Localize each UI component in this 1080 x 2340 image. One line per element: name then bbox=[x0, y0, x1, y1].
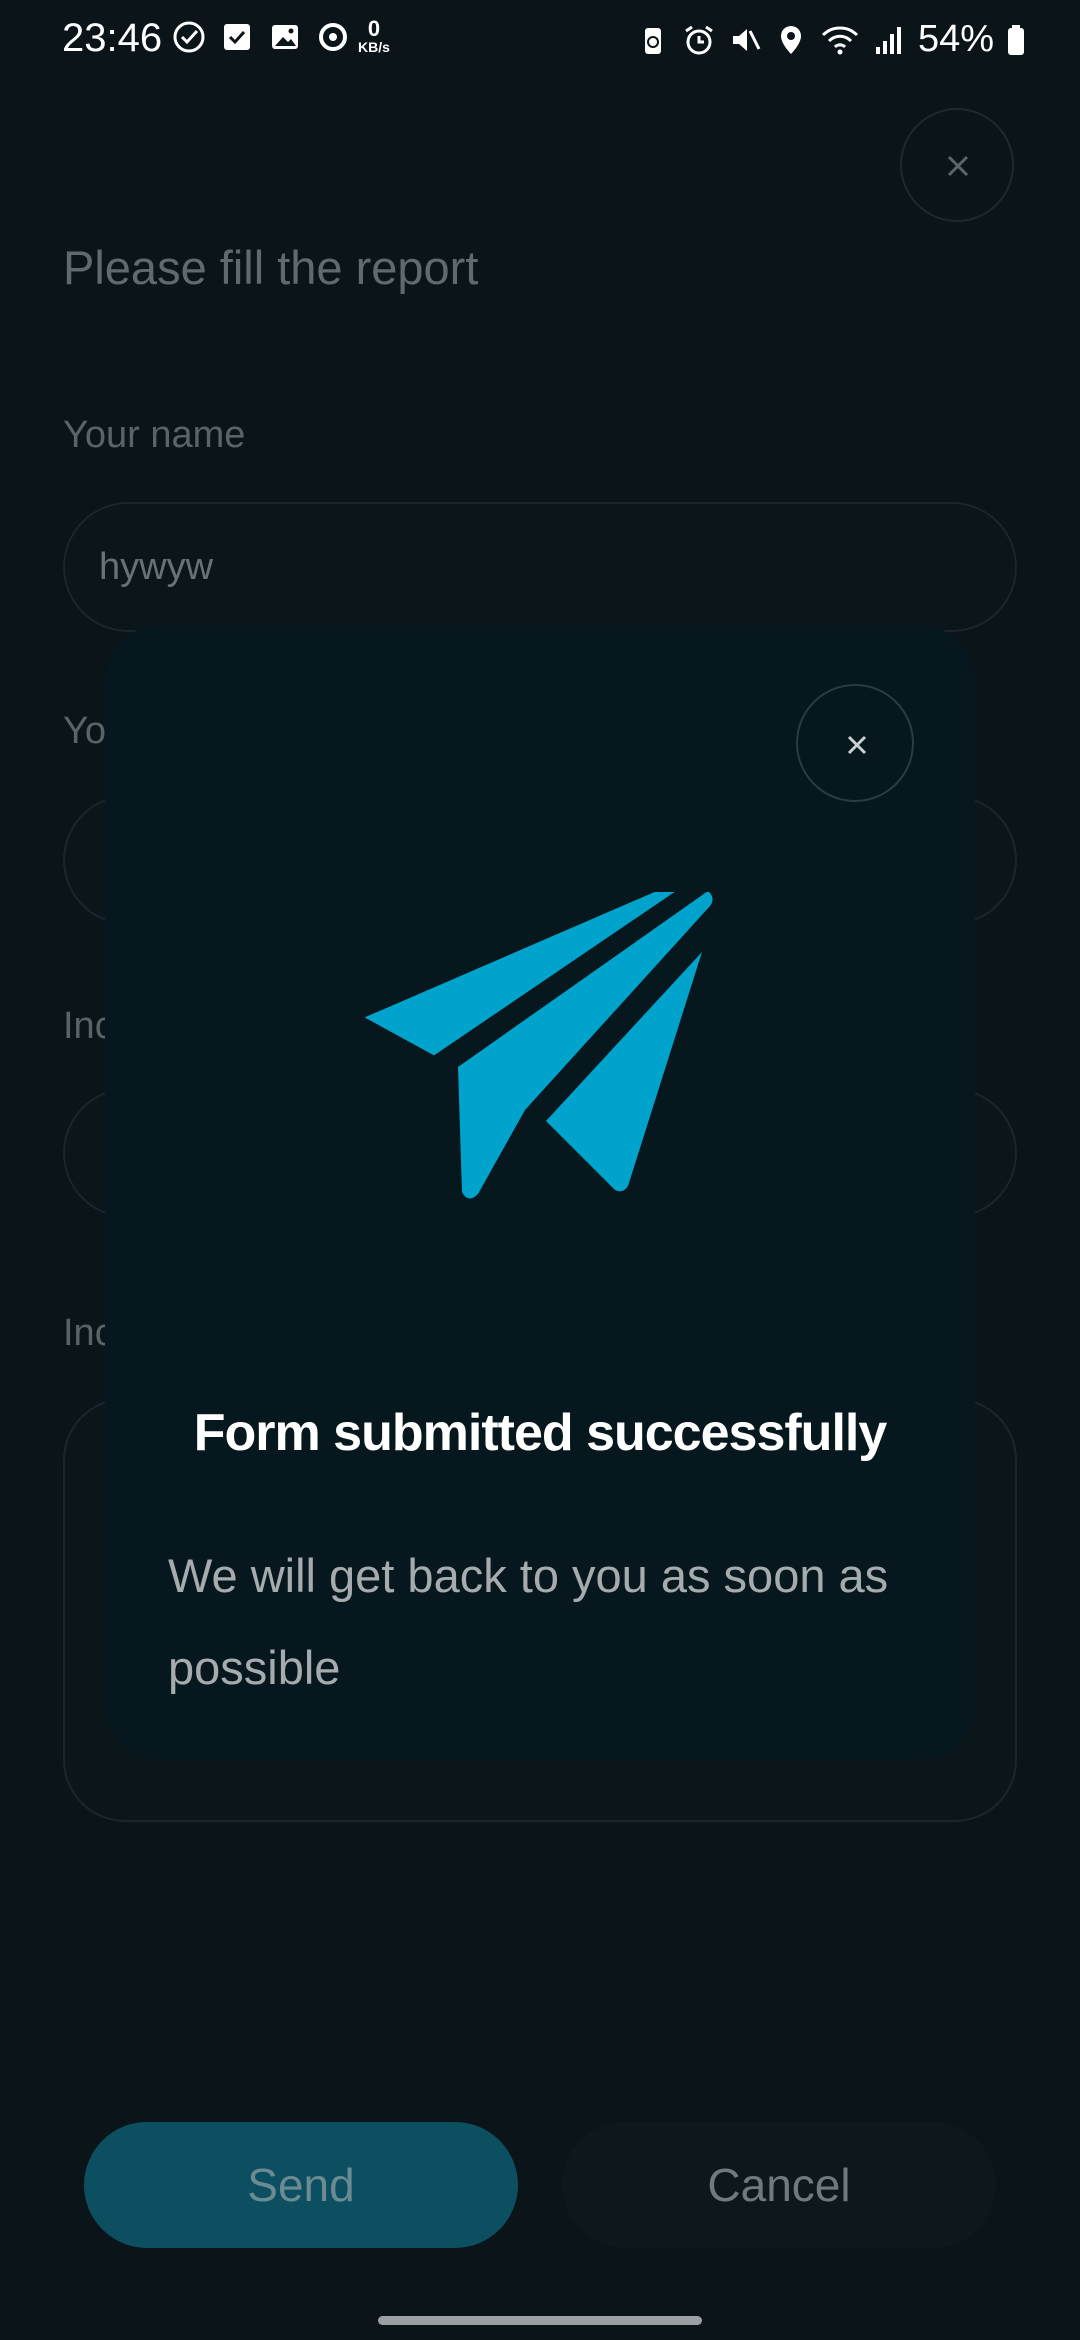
modal-title: Form submitted successfully bbox=[193, 1404, 888, 1462]
form-title: Please fill the report bbox=[63, 241, 479, 294]
checkbox-icon bbox=[224, 24, 250, 50]
modal-close-button[interactable] bbox=[796, 684, 914, 802]
net-speed-value: 0 bbox=[367, 16, 381, 41]
name-label: Your name bbox=[63, 414, 246, 456]
home-indicator[interactable] bbox=[378, 2316, 702, 2325]
alarm-icon bbox=[685, 25, 713, 54]
cancel-button[interactable]: Cancel bbox=[562, 2122, 996, 2248]
battery-icon bbox=[1008, 24, 1024, 55]
image-icon bbox=[272, 25, 298, 49]
close-icon bbox=[947, 155, 969, 177]
field2-label: Yo bbox=[63, 710, 106, 752]
name-input[interactable]: hywyw bbox=[63, 502, 1017, 632]
location-icon bbox=[780, 25, 801, 54]
net-speed-unit: KB/s bbox=[358, 39, 390, 55]
wifi-icon bbox=[821, 25, 858, 54]
status-bar: 23:46 0 KB/s 54% bbox=[0, 0, 1080, 80]
status-time: 23:46 bbox=[62, 16, 163, 60]
net-speed: 0 KB/s bbox=[358, 16, 390, 55]
check-circle-icon bbox=[173, 21, 205, 53]
paper-plane-icon bbox=[364, 892, 713, 1199]
send-button[interactable]: Send bbox=[84, 2122, 518, 2248]
battery-saver-icon bbox=[644, 27, 661, 54]
signal-icon bbox=[875, 26, 901, 54]
battery-percent: 54% bbox=[917, 18, 994, 60]
mute-icon bbox=[732, 28, 761, 51]
name-input-value: hywyw bbox=[99, 546, 214, 588]
form-close-button[interactable] bbox=[900, 108, 1014, 222]
screen: 23:46 0 KB/s 54% Please fill the report bbox=[0, 0, 1080, 2340]
sync-icon bbox=[319, 23, 347, 51]
close-icon bbox=[847, 735, 867, 755]
system-icons: 54% bbox=[636, 18, 1026, 61]
notification-icons bbox=[172, 20, 350, 54]
success-modal: Form submitted successfully We will get … bbox=[105, 625, 975, 1760]
modal-description: We will get back to you as soon as possi… bbox=[168, 1549, 889, 1694]
